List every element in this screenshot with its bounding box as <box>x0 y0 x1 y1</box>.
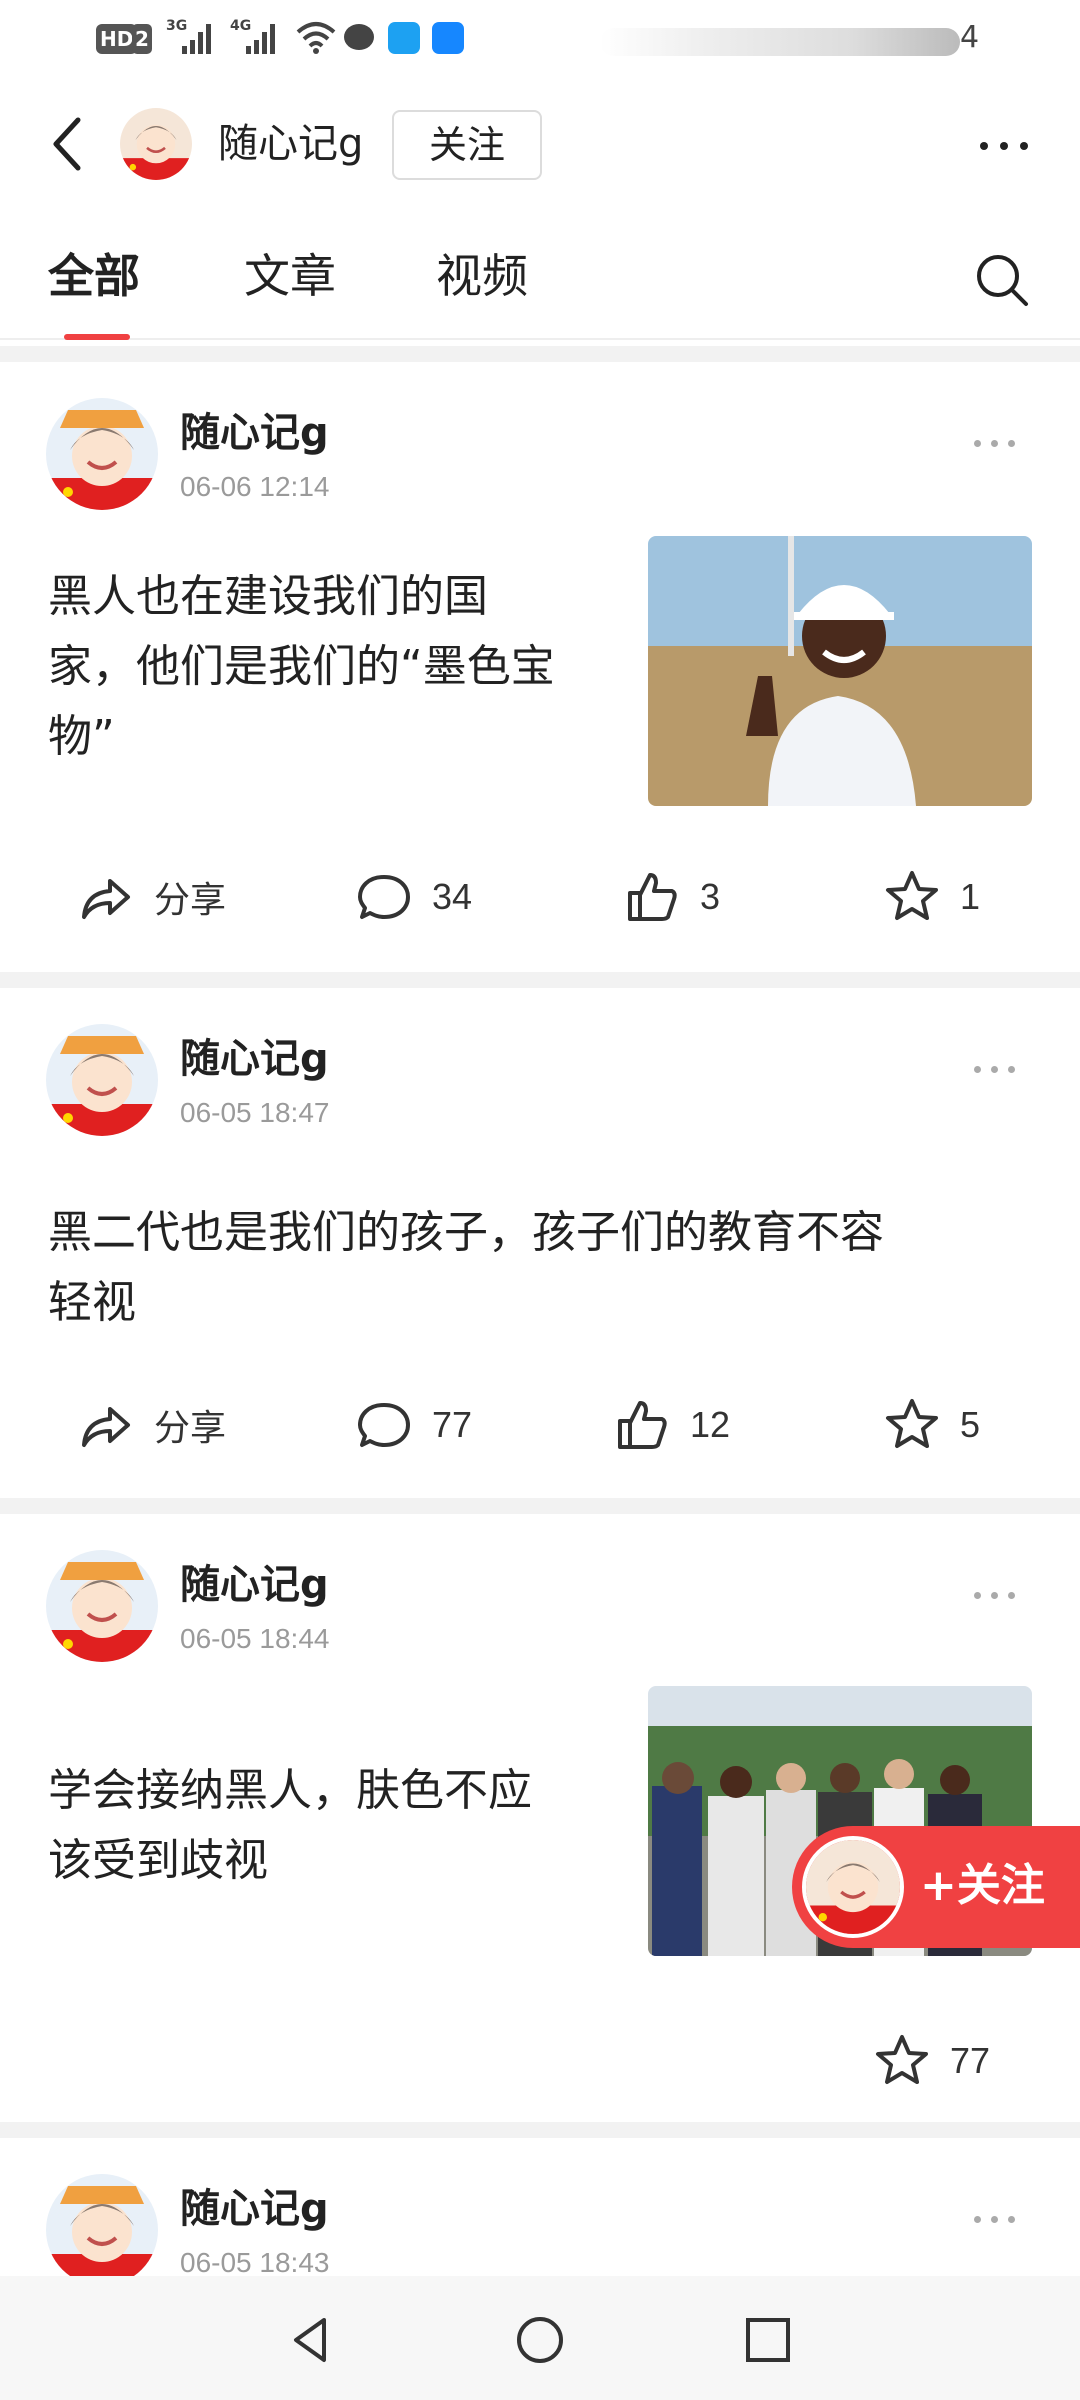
post-time: 06-05 18:43 <box>180 2247 330 2276</box>
more-icon[interactable] <box>970 2210 1020 2230</box>
like-button[interactable]: 3 <box>624 862 720 932</box>
post-time: 06-05 18:47 <box>180 1097 330 1128</box>
more-icon[interactable] <box>976 130 1032 160</box>
post-author[interactable]: 随心记g <box>180 1560 329 1610</box>
back-arrow-icon[interactable] <box>44 114 94 174</box>
avatar <box>802 1836 904 1938</box>
post-time: 06-05 18:44 <box>180 1623 330 1654</box>
share-button[interactable]: 分享 <box>78 1390 226 1460</box>
post-card[interactable]: 随心记g 06-05 18:47 黑二代也是我们的孩子，孩子们的教育不容 轻视 … <box>0 988 1080 1498</box>
favorite-button[interactable]: 1 <box>884 862 980 932</box>
man-in-hard-hat-photo[interactable] <box>648 536 1032 806</box>
more-icon[interactable] <box>970 1060 1020 1080</box>
post-text[interactable]: 学会接纳黑人，肤色不应 该受到歧视 <box>48 1756 532 1896</box>
like-icon <box>618 1401 667 1449</box>
battery-icon <box>600 28 960 56</box>
favorite-icon <box>886 1399 938 1448</box>
comment-icon <box>358 1403 410 1447</box>
tab-indicator <box>64 334 130 340</box>
avatar[interactable] <box>46 1024 158 1136</box>
content-tabs: 全部 文章 视频 <box>0 210 1080 340</box>
follow-button[interactable]: 关注 <box>392 110 542 180</box>
more-icon[interactable] <box>970 434 1020 454</box>
favorite-icon <box>876 2035 928 2084</box>
search-icon[interactable] <box>972 250 1032 310</box>
post-actions: 77 <box>0 2026 1080 2096</box>
divider <box>0 972 1080 988</box>
post-card[interactable]: 随心记g 06-05 18:43 <box>0 2138 1080 2276</box>
chat-notification-icon <box>344 24 374 50</box>
floating-follow-label: +关注 <box>920 1860 1045 1911</box>
app-notification-icon-2 <box>432 22 464 54</box>
author-name[interactable]: 随心记g <box>218 116 363 172</box>
battery-level: 4 <box>960 20 980 55</box>
post-time: 06-06 12:14 <box>180 471 330 502</box>
favorite-button[interactable]: 77 <box>874 2026 990 2096</box>
share-button[interactable]: 分享 <box>78 862 226 932</box>
favorite-button[interactable]: 5 <box>884 1390 980 1460</box>
avatar[interactable] <box>46 2174 158 2276</box>
post-author[interactable]: 随心记g <box>180 408 329 458</box>
avatar[interactable] <box>46 1550 158 1662</box>
divider <box>0 1498 1080 1514</box>
post-actions: 分享 34 3 1 <box>0 862 1080 932</box>
post-card[interactable]: 随心记g 06-06 12:14 黑人也在建设我们的国 家，他们是我们的“墨色宝… <box>0 362 1080 962</box>
share-icon <box>82 879 130 919</box>
divider <box>0 2122 1080 2138</box>
avatar[interactable] <box>46 398 158 510</box>
comment-icon <box>358 875 410 919</box>
nav-home-icon[interactable] <box>512 2312 568 2368</box>
floating-follow-button[interactable]: +关注 <box>792 1826 1080 1948</box>
divider <box>0 346 1080 362</box>
post-text[interactable]: 黑人也在建设我们的国 家，他们是我们的“墨色宝 物” <box>48 562 555 772</box>
tab-articles[interactable]: 文章 <box>244 246 336 306</box>
post-author[interactable]: 随心记g <box>180 1034 329 1084</box>
like-button[interactable]: 12 <box>614 1390 730 1460</box>
system-navigation-bar <box>0 2276 1080 2400</box>
status-bar: HD 2 3G 4G 4 <box>0 0 1080 78</box>
signal-icon-2 <box>244 22 278 54</box>
comment-button[interactable]: 34 <box>356 862 472 932</box>
favorite-icon <box>886 871 938 920</box>
comment-button[interactable]: 77 <box>356 1390 472 1460</box>
sim-indicator: 2 <box>132 24 152 54</box>
wifi-icon <box>296 22 336 54</box>
avatar[interactable] <box>120 108 192 180</box>
more-icon[interactable] <box>970 1586 1020 1606</box>
post-card[interactable]: 随心记g 06-05 18:44 学会接纳黑人，肤色不应 该受到歧视 77 <box>0 1514 1080 2118</box>
profile-header: 随心记g 关注 <box>0 78 1080 210</box>
like-icon <box>628 873 677 921</box>
post-author[interactable]: 随心记g <box>180 2184 329 2234</box>
share-icon <box>82 1407 130 1447</box>
tab-all[interactable]: 全部 <box>48 246 140 306</box>
post-text[interactable]: 黑二代也是我们的孩子，孩子们的教育不容 轻视 <box>48 1198 884 1338</box>
post-actions: 分享 77 12 5 <box>0 1390 1080 1460</box>
tab-videos[interactable]: 视频 <box>436 246 528 306</box>
app-notification-icon <box>388 22 420 54</box>
nav-recents-icon[interactable] <box>740 2312 796 2368</box>
signal-icon <box>180 22 214 54</box>
nav-back-icon[interactable] <box>284 2312 340 2368</box>
